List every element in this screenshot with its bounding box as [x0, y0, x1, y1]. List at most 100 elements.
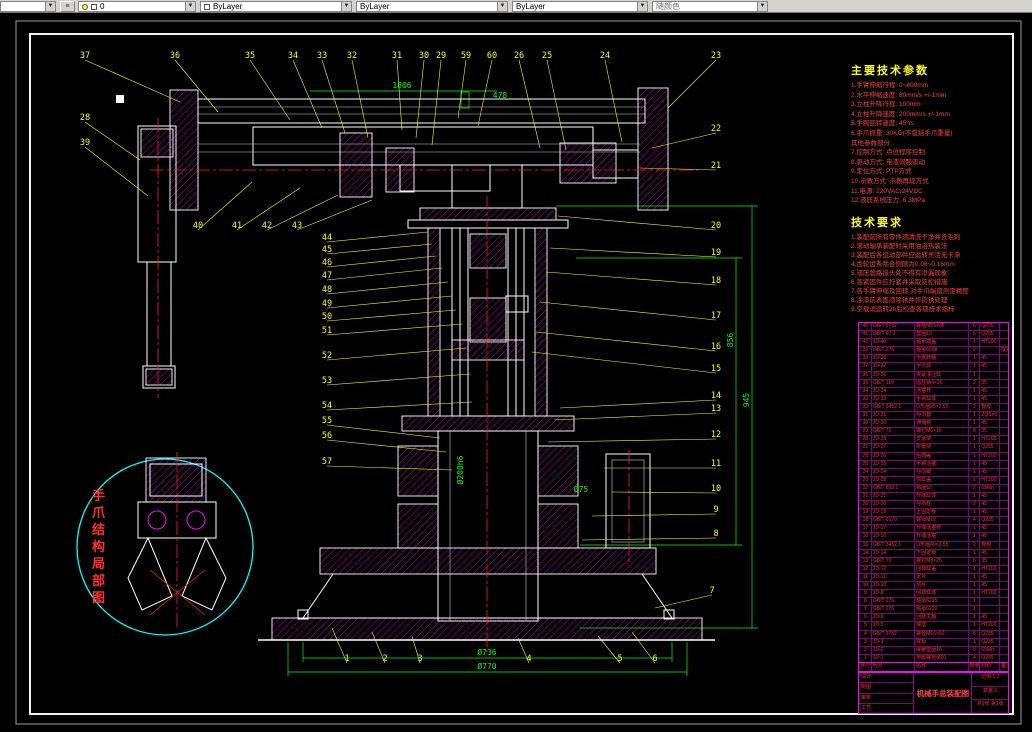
detail-label-char-7: 图	[91, 590, 105, 605]
bom-row-5-cell-2: JD-38	[872, 355, 916, 363]
bom-row-35-cell-5	[980, 598, 1001, 606]
bom-row-36-cell-4: 1	[969, 606, 981, 614]
tech-param-11: 10.示教方式: 示教再现方式	[851, 177, 929, 185]
grip-point[interactable]	[116, 95, 124, 103]
callout-leader-37	[84, 59, 181, 103]
bom-row-15: 28 JD-28 支承架 1 HT200	[859, 435, 1008, 444]
bom-row-5-cell-5: 45	[980, 355, 1001, 363]
bom-row-23: 20 JD-20 导向柱 2 45	[859, 500, 1008, 509]
layers-button[interactable]: ≡	[60, 1, 75, 12]
color-combo[interactable]: ByLayer ▼	[200, 1, 352, 12]
bom-row-2-cell-6	[1000, 331, 1008, 338]
bom-row-21: 22 GB/T 893.1 挡圈52 2 65Mn	[859, 483, 1008, 492]
callout-leader-59	[457, 59, 467, 119]
bom-row-19-cell-5: 45	[980, 468, 1001, 476]
bom-row-15-cell-2: JD-28	[872, 436, 916, 444]
bom-header-row-cell-2: 代号	[872, 662, 916, 671]
bom-row-38-cell-4: 1	[969, 622, 981, 630]
bom-row-33-cell-1: 10	[859, 582, 872, 590]
bom-row-36-cell-3: 轴承6220	[915, 606, 969, 614]
bom-row-24: 19 JD-19 上固定板 1 45	[859, 508, 1008, 517]
bom-row-14-cell-1: 29	[859, 428, 872, 436]
bom-row-7-cell-1: 36	[859, 371, 872, 379]
bom-row-14-cell-6	[1000, 428, 1008, 435]
bom-row-14-cell-3: 螺钉M6×16	[915, 428, 969, 436]
chevron-down-icon[interactable]: ▼	[637, 2, 647, 11]
bom-row-7-cell-3: 夹紧液压缸	[915, 371, 969, 379]
bom-row-6: 37 JD-37 手爪体 1 45	[859, 362, 1008, 371]
lineweight-combo[interactable]: ByLayer ▼	[512, 1, 648, 12]
bom-row-10: 33 JD-33 手臂缸体 1 45	[859, 394, 1008, 403]
callout-leader-46	[326, 255, 437, 268]
bom-row-36-cell-6	[1000, 606, 1008, 613]
plotstyle-combo[interactable]: 随颜色 ▼	[652, 1, 768, 12]
tech-param-8: 7.控制方式: 点位程序控制	[851, 149, 926, 157]
bom-row-23-cell-1: 20	[859, 501, 872, 509]
callout-26: 26	[514, 51, 524, 61]
linetype-combo[interactable]: ByLayer ▼	[356, 1, 508, 12]
bom-row-19-cell-3: 导向键	[915, 468, 969, 476]
chevron-down-icon[interactable]: ▼	[757, 2, 767, 11]
tech-req-title: 技术要求	[851, 216, 903, 229]
bom-row-12-cell-6	[1000, 412, 1008, 419]
bom-row-18-cell-6	[1000, 461, 1008, 468]
callout-55: 55	[322, 416, 332, 426]
callout-leader-19	[549, 247, 717, 258]
linetype-combo-value: ByLayer	[360, 2, 390, 11]
bom-row-6-cell-6	[1000, 363, 1008, 370]
bom-row-18-cell-4: 1	[969, 460, 981, 468]
bom-row-17-cell-4: 1	[969, 452, 981, 460]
bom-row-27: 16 JD-16 升降活塞 1 45	[859, 532, 1008, 541]
callout-leader-17	[539, 301, 717, 321]
tech-param-6: 6.手爪抓重: 30KG(不包括手爪重量)	[851, 129, 953, 137]
layer-combo[interactable]: 0 ▼	[78, 1, 196, 12]
callout-23: 23	[711, 51, 721, 61]
chevron-down-icon[interactable]: ▼	[497, 2, 507, 11]
callout-39: 39	[80, 138, 90, 148]
chevron-down-icon[interactable]: ▼	[341, 2, 351, 11]
callout-leader-60	[477, 59, 493, 127]
tech-req-1: 1.装配前所有零件须清洗干净并去毛刺	[851, 233, 961, 241]
bom-row-3-cell-5: HT200	[980, 339, 1001, 347]
bom-row-32-cell-3: 定片	[915, 573, 969, 581]
bom-row-7-cell-5	[980, 371, 1001, 379]
bom-row-8-cell-6	[1000, 380, 1008, 387]
bom-row-40-cell-4: 1	[969, 638, 981, 646]
bom-header-row: 序号代号名称数量材料备注	[859, 661, 1008, 671]
tech-param-4: 4.立柱升降速度: 200mm/s +/-1mm	[851, 110, 950, 118]
bom-row-17: 26 JD-26 后端盖 1 HT200	[859, 451, 1008, 460]
bom-row-13-cell-6	[1000, 420, 1008, 427]
callout-16: 16	[711, 342, 721, 352]
bom-row-18-cell-3: 手臂活塞	[915, 460, 969, 468]
bom-row-11-cell-3: O形圈25×2.65	[915, 403, 969, 412]
tech-param-13: 12.液压系统压力: 6.3MPa	[851, 197, 926, 205]
callout-leader-7	[654, 594, 713, 609]
callout-leader-13	[553, 412, 717, 421]
title-block-label-1: 设计	[861, 674, 872, 680]
bom-row-25-cell-6	[1000, 517, 1008, 524]
bom-row-41-cell-2: JD-2	[872, 646, 916, 654]
dim-1806: 1806	[392, 81, 411, 90]
dim-Ø200h6: Ø200h6	[455, 455, 465, 484]
bom-row-33: 10 JD-10 动片 1 45	[859, 581, 1008, 590]
bom-row-29-cell-2: JD-14	[872, 549, 916, 557]
bom-row-42-cell-3: 地脚螺栓M20	[915, 654, 969, 662]
bom-row-36-cell-1: 7	[859, 606, 872, 614]
bom-row-25: 18 GB/T 6170 螺母M12 4 Q235	[859, 516, 1008, 525]
chevron-down-icon[interactable]: ▼	[45, 2, 55, 11]
callout-leader-16	[535, 331, 717, 352]
bom-row-41-cell-4: 8	[969, 646, 981, 654]
bom-row-9-cell-4: 1	[969, 387, 981, 395]
bom-row-18-cell-2: JD-25	[872, 460, 916, 468]
qty-value: 数量 1	[972, 685, 1008, 700]
chevron-down-icon[interactable]: ▼	[185, 2, 195, 11]
bom-row-29-cell-6	[1000, 550, 1008, 557]
bom-row-7-cell-2: JD-36	[872, 371, 916, 379]
callout-9: 9	[713, 505, 718, 515]
bom-row-19-cell-4: 1	[969, 468, 981, 476]
bom-row-30-cell-4: 6	[969, 557, 981, 565]
callout-44: 44	[322, 233, 332, 243]
tech-req-5: 5.液压管路接头处不得有渗漏现象	[851, 269, 948, 277]
partial-combo[interactable]: ▼	[0, 1, 56, 12]
bom-row-8-cell-1: 35	[859, 379, 872, 387]
